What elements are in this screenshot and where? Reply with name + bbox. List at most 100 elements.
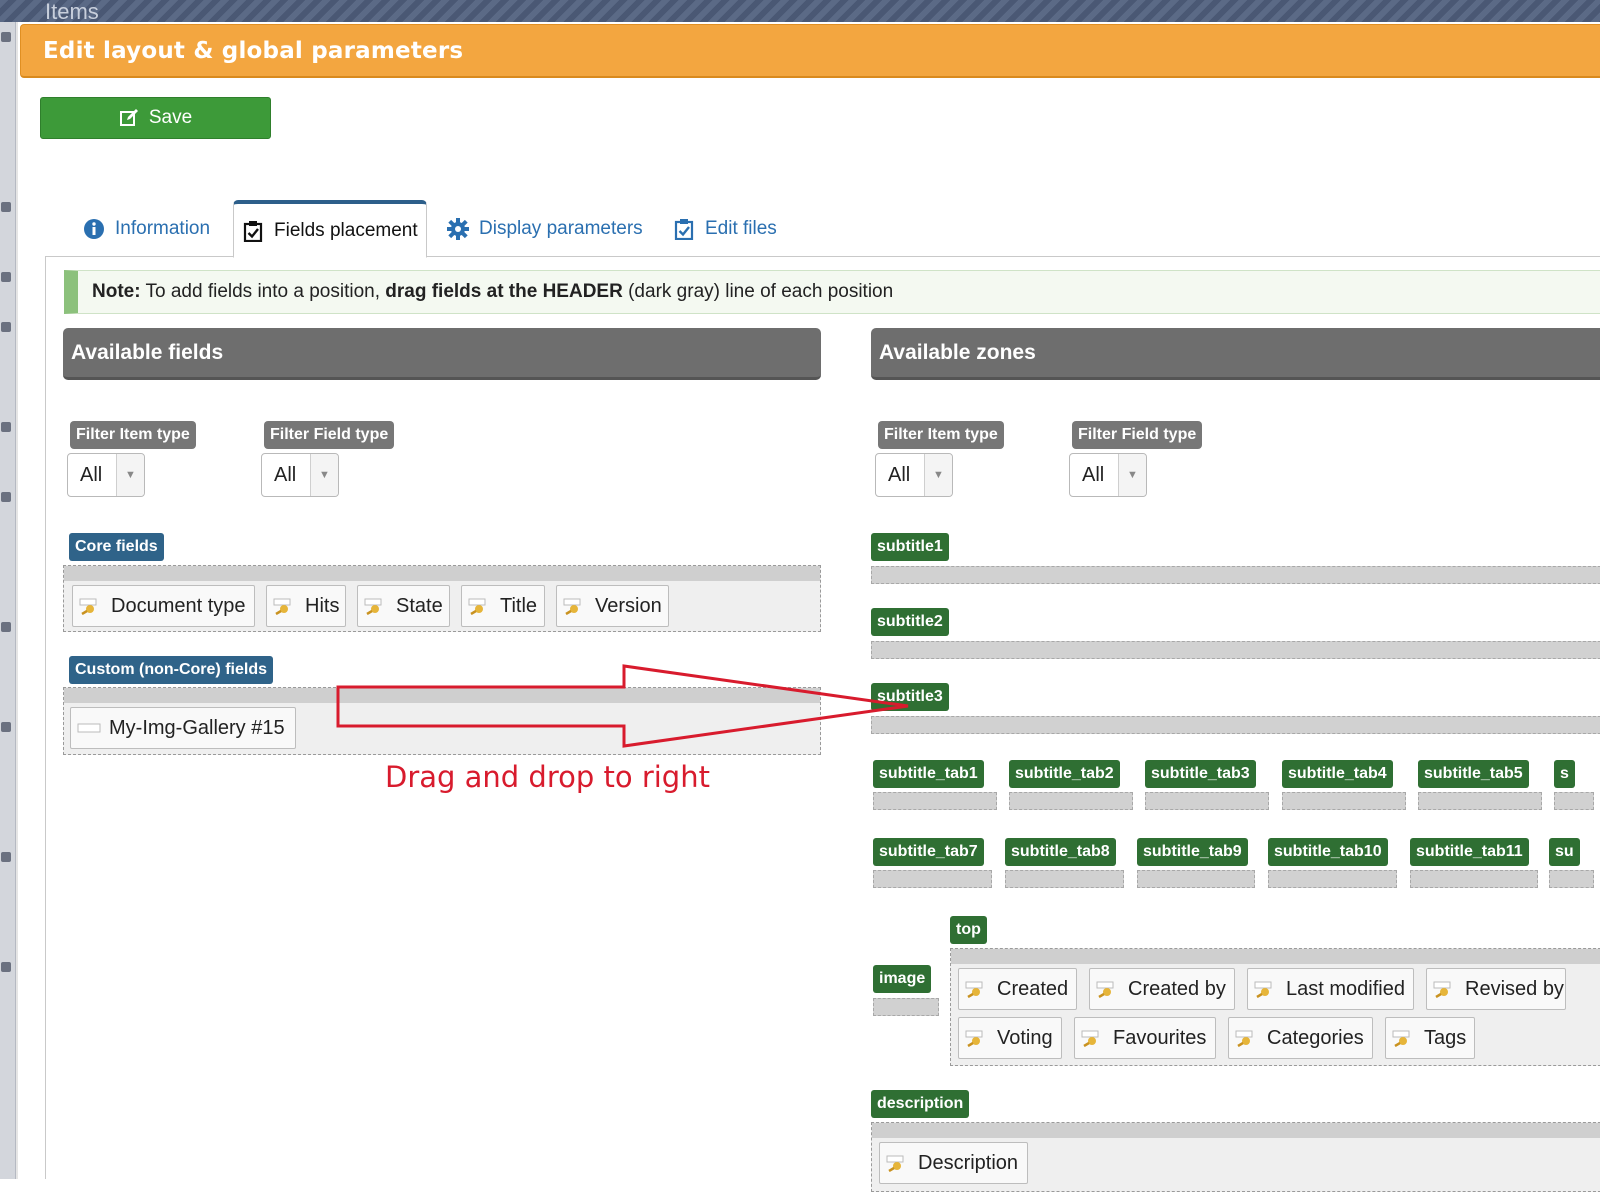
zone-subtitle-tab[interactable] xyxy=(1549,870,1594,888)
fields-placement-panel: Note: To add fields into a position, dra… xyxy=(45,256,1600,1192)
tab-fields-placement[interactable]: Fields placement xyxy=(233,200,427,258)
zone-subtitle-tab[interactable] xyxy=(873,870,992,888)
zone-subtitle2[interactable] xyxy=(871,641,1600,659)
chevron-down-icon: ▼ xyxy=(116,454,144,496)
key-icon xyxy=(468,598,486,615)
field-item[interactable]: Tags xyxy=(1385,1017,1475,1059)
checklist-icon xyxy=(243,220,263,242)
zone-subtitle1[interactable] xyxy=(871,566,1600,584)
checklist-icon xyxy=(674,218,694,240)
edit-layout-modal: Edit layout & global parameters Save Inf… xyxy=(16,22,1600,1192)
zone-image[interactable] xyxy=(873,998,939,1016)
zone-subtitle3[interactable] xyxy=(871,716,1600,734)
key-icon xyxy=(1392,1030,1410,1047)
field-label: Last modified xyxy=(1286,977,1405,1000)
select-value: All xyxy=(80,464,103,486)
zone-header-bar[interactable] xyxy=(951,949,1600,964)
key-icon xyxy=(1081,1030,1099,1047)
zone-subtitle-tab[interactable] xyxy=(873,792,997,810)
field-item[interactable]: Created xyxy=(958,968,1077,1010)
zone-subtitle-tab[interactable] xyxy=(1410,870,1538,888)
filter-item-type-select[interactable]: All ▼ xyxy=(67,453,145,497)
key-icon xyxy=(1433,981,1451,998)
filter-field-type-label: Filter Field type xyxy=(1072,421,1203,449)
zone-subtitle-tab[interactable] xyxy=(1137,870,1255,888)
save-button[interactable]: Save xyxy=(40,97,271,139)
field-item[interactable]: Categories xyxy=(1228,1017,1373,1059)
key-icon xyxy=(79,598,97,615)
field-label: Favourites xyxy=(1113,1026,1207,1049)
key-icon xyxy=(364,598,382,615)
chevron-down-icon: ▼ xyxy=(310,454,338,496)
field-label: Revised by xyxy=(1465,977,1564,1000)
note-box: Note: To add fields into a position, dra… xyxy=(64,270,1600,314)
field-item[interactable]: Hits xyxy=(266,585,346,627)
field-label: Tags xyxy=(1424,1026,1467,1049)
field-item[interactable]: State xyxy=(357,585,450,627)
field-item[interactable]: Voting xyxy=(958,1017,1062,1059)
sidebar-icon xyxy=(1,622,11,632)
zone-label-subtitle1: subtitle1 xyxy=(871,533,949,561)
zone-subtitle-tab[interactable] xyxy=(1009,792,1133,810)
key-icon xyxy=(273,598,291,615)
zone-subtitle-tab[interactable] xyxy=(1005,870,1124,888)
gear-icon xyxy=(447,217,469,240)
core-fields-label: Core fields xyxy=(69,533,164,561)
zone-label-subtitle-tab: subtitle_tab4 xyxy=(1282,760,1393,788)
sidebar-icon xyxy=(1,852,11,862)
background-title: Items xyxy=(45,2,99,22)
field-item[interactable]: Version xyxy=(556,585,669,627)
sidebar-icon xyxy=(1,272,11,282)
zone-label-subtitle-tab: subtitle_tab3 xyxy=(1145,760,1256,788)
zone-subtitle-tab[interactable] xyxy=(1554,792,1594,810)
field-item[interactable]: Last modified xyxy=(1247,968,1414,1010)
zone-subtitle-tab[interactable] xyxy=(1268,870,1397,888)
field-label: Created by xyxy=(1128,977,1226,1000)
sidebar-icon xyxy=(1,202,11,212)
save-label: Save xyxy=(148,107,193,128)
field-label: Title xyxy=(500,594,538,617)
key-icon xyxy=(1254,981,1272,998)
zone-label-subtitle2: subtitle2 xyxy=(871,608,949,636)
tab-display-parameters[interactable]: Display parameters xyxy=(447,200,643,257)
field-item[interactable]: Title xyxy=(461,585,545,627)
zone-subtitle-tab[interactable] xyxy=(1418,792,1542,810)
available-zones-header: Available zones xyxy=(871,328,1600,380)
filter-field-type-select[interactable]: All ▼ xyxy=(261,453,339,497)
field-item[interactable]: Favourites xyxy=(1074,1017,1216,1059)
field-item[interactable]: Revised by xyxy=(1426,968,1566,1010)
tab-information[interactable]: Information xyxy=(83,200,210,257)
zone-label-subtitle-tab: subtitle_tab10 xyxy=(1268,838,1388,866)
filter-field-type-select[interactable]: All ▼ xyxy=(1069,453,1147,497)
tab-edit-files[interactable]: Edit files xyxy=(673,200,777,257)
select-value: All xyxy=(888,464,911,486)
chevron-down-icon: ▼ xyxy=(924,454,952,496)
zone-label-subtitle3: subtitle3 xyxy=(871,683,949,711)
zone-header-bar[interactable] xyxy=(872,1123,1600,1138)
field-label: Voting xyxy=(997,1026,1053,1049)
filter-item-type-select[interactable]: All ▼ xyxy=(875,453,953,497)
zone-subtitle-tab[interactable] xyxy=(1282,792,1406,810)
key-icon xyxy=(563,598,581,615)
field-item[interactable]: My-Img-Gallery #15 xyxy=(70,707,296,749)
filter-field-type-label: Filter Field type xyxy=(264,421,395,449)
available-fields-header: Available fields xyxy=(63,328,821,380)
field-item[interactable]: Document type xyxy=(72,585,255,627)
tab-label: Fields placement xyxy=(274,219,418,241)
chevron-down-icon: ▼ xyxy=(1118,454,1146,496)
field-label: Description xyxy=(918,1151,1019,1174)
field-label: Version xyxy=(595,594,662,617)
filter-item-type-label: Filter Item type xyxy=(878,421,1004,449)
tab-bar: Information Fields placement Display par… xyxy=(45,200,1600,258)
note-text: (dark gray) line of each position xyxy=(628,281,894,302)
background-sidebar xyxy=(0,22,16,1179)
zone-subtitle-tab[interactable] xyxy=(1145,792,1269,810)
zone-header-bar[interactable] xyxy=(64,566,820,581)
zone-header-bar[interactable] xyxy=(64,688,820,703)
field-item[interactable]: Created by xyxy=(1089,968,1235,1010)
sidebar-icon xyxy=(1,322,11,332)
field-label: Categories xyxy=(1267,1026,1364,1049)
field-item[interactable]: Description xyxy=(879,1142,1028,1184)
field-label: State xyxy=(396,594,443,617)
note-text: To add fields into a position, xyxy=(145,281,381,302)
